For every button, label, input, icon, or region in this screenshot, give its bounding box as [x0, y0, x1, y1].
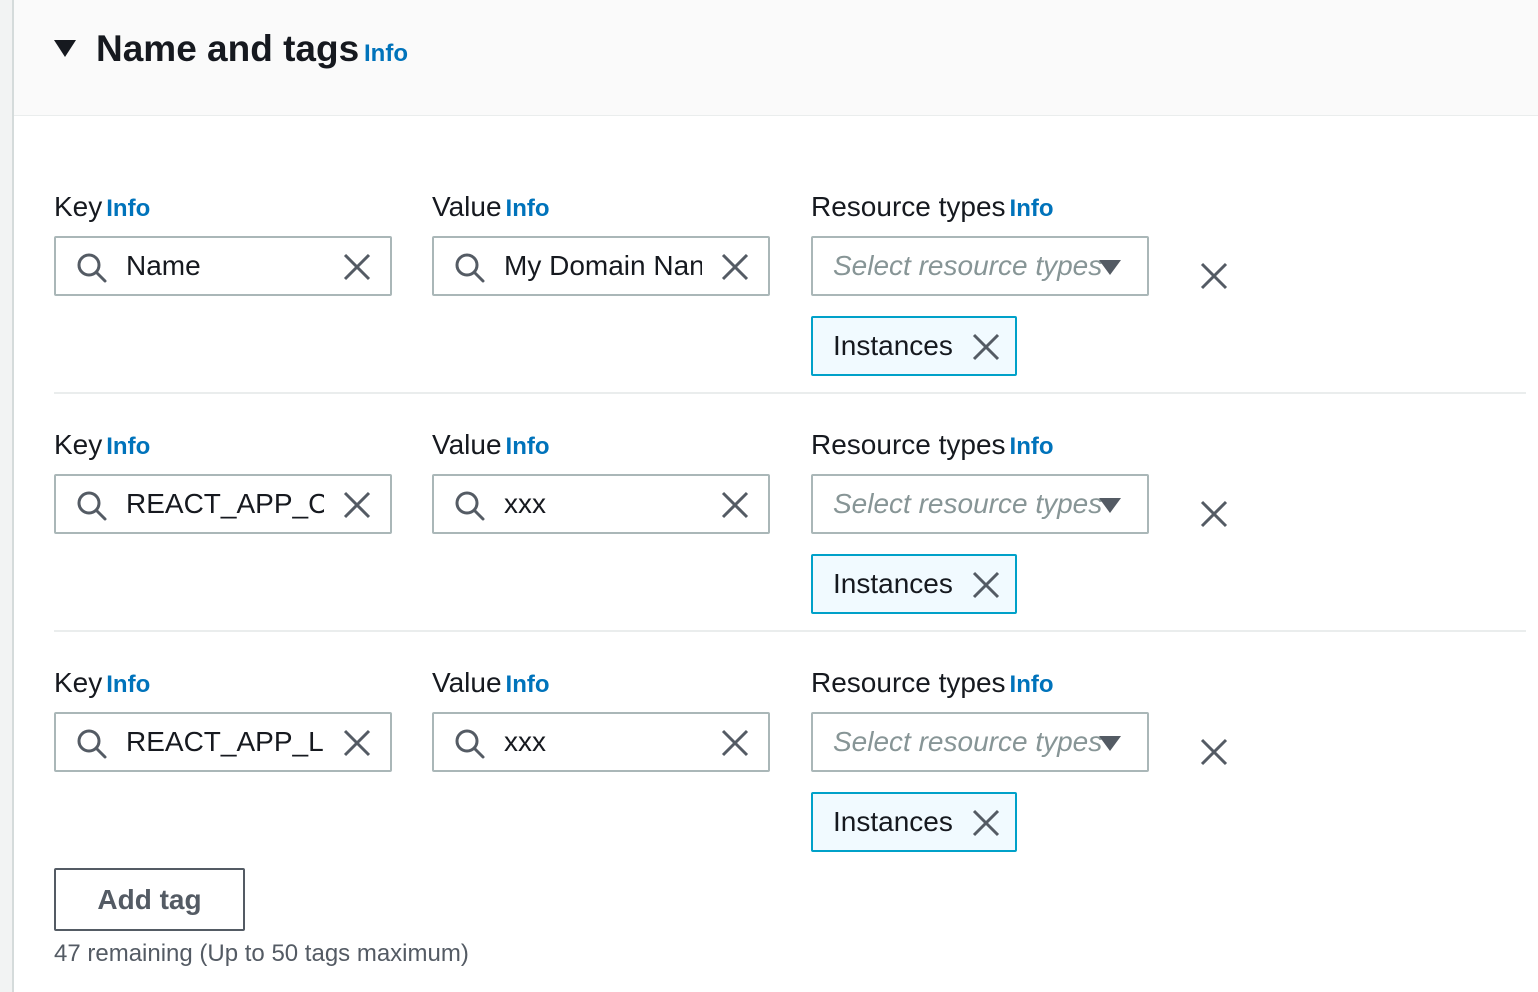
value-info-link[interactable]: Info [506, 671, 550, 698]
key-label: Key Info [54, 429, 151, 460]
search-icon [77, 729, 107, 759]
value-input[interactable]: xxx [432, 712, 770, 772]
resource-types-label: Resource types Info [811, 429, 1054, 460]
remove-token-icon[interactable] [971, 808, 1001, 838]
key-info-link[interactable]: Info [106, 433, 150, 460]
resource-types-label: Resource types Info [811, 667, 1054, 698]
value-label: Value Info [432, 191, 550, 222]
remove-tag-icon[interactable] [1199, 737, 1229, 767]
key-input[interactable]: REACT_APP_LIC [54, 712, 392, 772]
value-input-value: xxx [504, 726, 546, 757]
clear-icon[interactable] [720, 728, 750, 758]
resource-types-select[interactable]: Select resource types [811, 712, 1149, 772]
dropdown-caret-icon [1099, 736, 1121, 751]
key-input-value: REACT_APP_LIC [126, 726, 324, 757]
resource-types-label: Resource types Info [811, 191, 1054, 222]
tag-row: Key Info Value Info Resource types Info REA… [0, 238, 1538, 614]
key-info-link[interactable]: Info [106, 671, 150, 698]
tag-row: Key Info Value Info Resource types Info REA… [0, 476, 1538, 852]
key-info-link[interactable]: Info [106, 195, 150, 222]
key-label: Key Info [54, 191, 151, 222]
value-label: Value Info [432, 667, 550, 698]
resource-types-placeholder: Select resource types [833, 726, 1103, 757]
remaining-count-text: 47 remaining (Up to 50 tags maximum) [54, 940, 469, 967]
search-icon [455, 729, 485, 759]
resource-types-info-link[interactable]: Info [1010, 195, 1054, 222]
add-tag-button[interactable]: Add tag [54, 868, 245, 931]
clear-icon[interactable] [342, 728, 372, 758]
resource-token-label: Instances [833, 806, 953, 837]
value-info-link[interactable]: Info [506, 195, 550, 222]
resource-token: Instances [811, 792, 1017, 852]
resource-types-info-link[interactable]: Info [1010, 433, 1054, 460]
resource-types-info-link[interactable]: Info [1010, 671, 1054, 698]
tag-row: Key Info Value Info Resource types Info Nam… [0, 0, 1538, 376]
key-label: Key Info [54, 667, 151, 698]
value-info-link[interactable]: Info [506, 433, 550, 460]
value-label: Value Info [432, 429, 550, 460]
